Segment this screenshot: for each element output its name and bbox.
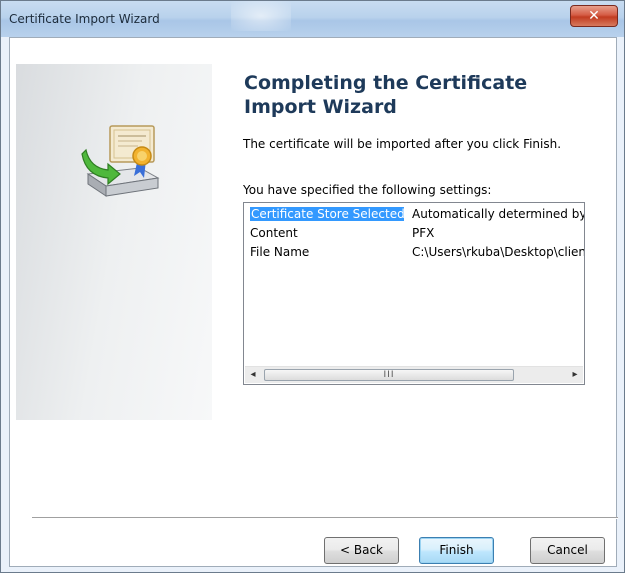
wizard-content: Completing the Certificate Import Wizard… xyxy=(9,37,618,567)
setting-name: Certificate Store Selected xyxy=(250,205,404,224)
scrollbar-thumb[interactable]: III xyxy=(264,369,514,381)
footer-separator xyxy=(32,517,618,519)
back-button[interactable]: < Back xyxy=(324,537,399,564)
certificate-import-wizard-window: Certificate Import Wizard ✕ Completing t… xyxy=(0,0,625,573)
cancel-button[interactable]: Cancel xyxy=(530,537,605,564)
close-icon: ✕ xyxy=(588,8,600,24)
certificate-import-icon xyxy=(81,125,160,197)
title-bar-glass xyxy=(231,1,291,31)
horizontal-scrollbar[interactable]: ◂ III ▸ xyxy=(245,366,583,383)
scroll-right-icon[interactable]: ▸ xyxy=(567,367,583,383)
window-title: Certificate Import Wizard xyxy=(9,12,160,26)
setting-value: Automatically determined by t xyxy=(412,207,584,221)
wizard-description: The certificate will be imported after y… xyxy=(243,137,562,151)
settings-list[interactable]: Certificate Store Selected Automatically… xyxy=(243,202,585,385)
setting-name: File Name xyxy=(250,245,310,259)
close-button[interactable]: ✕ xyxy=(570,5,618,27)
setting-value: PFX xyxy=(412,226,435,240)
setting-name: Content xyxy=(250,226,298,240)
title-bar[interactable]: Certificate Import Wizard ✕ xyxy=(1,1,624,37)
wizard-side-panel xyxy=(16,64,212,420)
thumb-grip-icon: III xyxy=(383,370,395,380)
setting-value: C:\Users\rkuba\Desktop\client xyxy=(412,245,584,259)
selected-setting-name: Certificate Store Selected xyxy=(250,207,404,221)
scroll-left-icon[interactable]: ◂ xyxy=(245,367,261,383)
list-item-certificate-store[interactable]: Certificate Store Selected Automatically… xyxy=(244,205,584,224)
finish-button[interactable]: Finish xyxy=(419,537,494,564)
list-item-file-name[interactable]: File Name C:\Users\rkuba\Desktop\client xyxy=(244,243,584,262)
settings-label: You have specified the following setting… xyxy=(243,183,492,197)
wizard-heading: Completing the Certificate Import Wizard xyxy=(244,72,528,118)
list-item-content[interactable]: Content PFX xyxy=(244,224,584,243)
